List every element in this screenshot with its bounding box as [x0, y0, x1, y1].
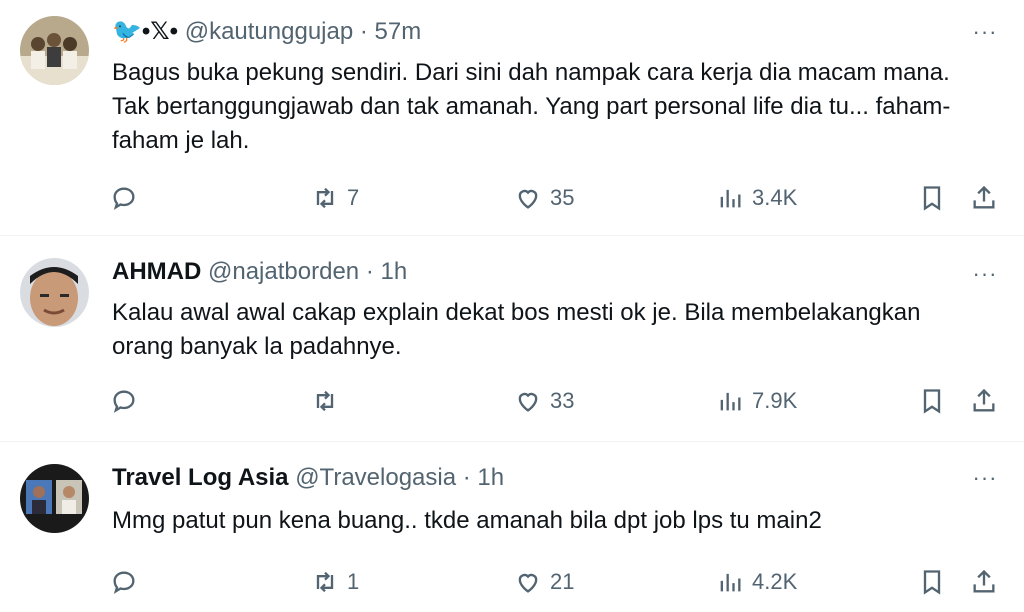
views-button[interactable]: 7.9K — [716, 381, 797, 421]
view-count: 3.4K — [752, 185, 798, 210]
view-count: 7.9K — [752, 388, 798, 413]
retweet-icon — [316, 571, 334, 593]
views-icon — [720, 392, 741, 411]
reply-button[interactable] — [110, 178, 146, 218]
like-button[interactable]: 35 — [514, 178, 574, 218]
bookmark-icon — [923, 570, 941, 595]
bookmark-icon — [923, 186, 941, 211]
avatar[interactable] — [20, 464, 89, 533]
heart-icon — [518, 573, 538, 593]
reply-icon — [113, 390, 135, 413]
like-button[interactable]: 33 — [514, 381, 574, 421]
tweet-text: Kalau awal awal cakap explain dekat bos … — [112, 299, 921, 360]
share-button[interactable] — [970, 562, 998, 602]
reply-button[interactable] — [110, 381, 146, 421]
bookmark-button[interactable] — [918, 178, 946, 218]
avatar[interactable] — [20, 16, 89, 85]
retweet-button[interactable] — [311, 381, 347, 421]
retweet-icon — [316, 187, 334, 209]
views-button[interactable]: 4.2K — [716, 562, 797, 602]
share-button[interactable] — [970, 178, 998, 218]
tweet-actions: 33 7.9K — [0, 381, 1024, 421]
handle[interactable]: @kautunggujap — [185, 18, 354, 45]
views-icon — [720, 189, 741, 208]
more-options-button[interactable]: ··· — [970, 263, 1000, 285]
bookmark-button[interactable] — [918, 381, 946, 421]
reply-icon — [113, 187, 135, 210]
reply-icon — [113, 571, 135, 594]
heart-icon — [518, 189, 538, 209]
views-icon — [720, 573, 741, 592]
retweet-icon — [316, 390, 334, 412]
views-button[interactable]: 3.4K — [716, 178, 797, 218]
retweet-count: 7 — [347, 185, 360, 210]
retweet-count: 1 — [347, 569, 360, 594]
tweet-item[interactable]: 🐦•𝕏• @kautunggujap · 57m ··· Bagus buka … — [0, 0, 1024, 236]
share-icon — [973, 388, 995, 412]
tweet-header: Travel Log Asia @Travelogasia · 1h — [112, 462, 504, 494]
tweet-actions: 1 21 4.2K — [0, 562, 1024, 602]
timestamp[interactable]: · 57m — [360, 18, 421, 45]
avatar[interactable] — [20, 258, 89, 327]
tweet-text: Bagus buka pekung sendiri. Dari sini dah… — [112, 59, 951, 154]
display-name[interactable]: 🐦•𝕏• — [112, 18, 178, 45]
retweet-button[interactable]: 7 — [311, 178, 359, 218]
more-options-button[interactable]: ··· — [970, 21, 1000, 43]
heart-icon — [518, 392, 538, 412]
timestamp[interactable]: · 1h — [463, 464, 504, 491]
like-button[interactable]: 21 — [514, 562, 574, 602]
tweet-text: Mmg patut pun kena buang.. tkde amanah b… — [112, 507, 822, 534]
reply-button[interactable] — [110, 562, 146, 602]
handle[interactable]: @najatborden — [208, 258, 359, 285]
share-button[interactable] — [970, 381, 998, 421]
retweet-button[interactable]: 1 — [311, 562, 359, 602]
like-count: 21 — [550, 569, 575, 594]
tweet-header: AHMAD @najatborden · 1h — [112, 256, 407, 288]
bookmark-icon — [923, 389, 941, 414]
tweet-actions: 7 35 3.4K — [0, 178, 1024, 218]
handle[interactable]: @Travelogasia — [295, 464, 456, 491]
tweet-item[interactable]: AHMAD @najatborden · 1h ··· Kalau awal a… — [0, 236, 1024, 442]
bookmark-button[interactable] — [918, 562, 946, 602]
display-name[interactable]: AHMAD — [112, 258, 201, 285]
like-count: 35 — [550, 185, 575, 210]
share-icon — [973, 569, 995, 593]
like-count: 33 — [550, 388, 575, 413]
more-options-button[interactable]: ··· — [970, 467, 1000, 489]
share-icon — [973, 185, 995, 209]
timestamp[interactable]: · 1h — [366, 258, 407, 285]
view-count: 4.2K — [752, 569, 798, 594]
tweet-item[interactable]: Travel Log Asia @Travelogasia · 1h ··· M… — [0, 442, 1024, 612]
tweet-header: 🐦•𝕏• @kautunggujap · 57m — [112, 16, 421, 48]
display-name[interactable]: Travel Log Asia — [112, 464, 289, 491]
